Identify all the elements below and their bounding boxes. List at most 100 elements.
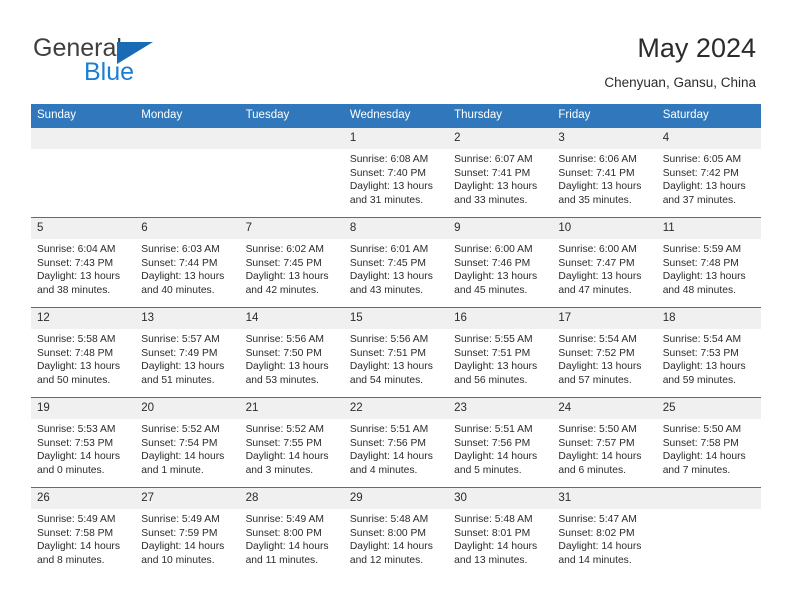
calendar-day-cell[interactable]: 3 Sunrise: 6:06 AM Sunset: 7:41 PM Daylight… xyxy=(552,127,657,218)
calendar-day-cell[interactable]: 20 Sunrise: 5:52 AM Sunset: 7:54 PM Dayligh… xyxy=(135,397,240,488)
day-number: 30 xyxy=(448,488,553,509)
day-number: 29 xyxy=(343,488,449,509)
calendar-day-cell[interactable]: 10 Sunrise: 6:00 AM Sunset: 7:47 PM Dayligh… xyxy=(552,217,657,308)
day-details: Sunrise: 6:00 AM Sunset: 7:46 PM Daylight:… xyxy=(448,239,552,297)
sunrise-text: Sunrise: 5:59 AM xyxy=(662,244,742,255)
calendar-week-row: 5 Sunrise: 6:04 AM Sunset: 7:43 PM Daylight… xyxy=(31,217,761,308)
day-number: 11 xyxy=(656,218,761,239)
sunrise-text: Sunrise: 5:58 AM xyxy=(37,334,116,345)
daylight-text: Daylight: 14 hours and 10 minutes. xyxy=(141,541,225,566)
day-details: Sunrise: 5:54 AM Sunset: 7:52 PM Daylight:… xyxy=(552,329,656,387)
brand-name-blue: Blue xyxy=(84,58,135,86)
calendar-day-cell[interactable]: 12 Sunrise: 5:58 AM Sunset: 7:48 PM Dayligh… xyxy=(31,307,136,398)
calendar-day-cell[interactable]: 14 Sunrise: 5:56 AM Sunset: 7:50 PM Dayligh… xyxy=(239,307,344,398)
daylight-text: Daylight: 13 hours and 59 minutes. xyxy=(662,361,746,386)
calendar-day-cell[interactable]: 4 Sunrise: 6:05 AM Sunset: 7:42 PM Daylight… xyxy=(656,127,761,218)
calendar-empty-cell xyxy=(135,127,240,218)
day-number: 23 xyxy=(448,398,553,419)
day-details: Sunrise: 5:59 AM Sunset: 7:48 PM Daylight:… xyxy=(657,239,761,297)
day-number: 28 xyxy=(239,488,344,509)
day-number: 1 xyxy=(343,128,449,149)
calendar-day-cell[interactable]: 21 Sunrise: 5:52 AM Sunset: 7:55 PM Dayligh… xyxy=(239,397,344,488)
calendar-empty-cell xyxy=(239,127,344,218)
calendar-day-cell[interactable]: 23 Sunrise: 5:51 AM Sunset: 7:56 PM Dayligh… xyxy=(448,397,553,488)
sunset-text: Sunset: 7:44 PM xyxy=(141,257,218,269)
day-details: Sunrise: 5:49 AM Sunset: 7:58 PM Daylight:… xyxy=(31,509,135,567)
calendar-week-row: 1 Sunrise: 6:08 AM Sunset: 7:40 PM Daylight… xyxy=(31,127,761,218)
day-details: Sunrise: 5:51 AM Sunset: 7:56 PM Daylight:… xyxy=(344,419,448,477)
sunrise-text: Sunrise: 6:04 AM xyxy=(37,244,116,255)
calendar-week-row: 12 Sunrise: 5:58 AM Sunset: 7:48 PM Dayligh… xyxy=(31,307,761,398)
calendar-header-row: Sunday Monday Tuesday Wednesday Thursday… xyxy=(31,104,761,128)
day-number xyxy=(239,128,344,149)
calendar-day-cell[interactable]: 31 Sunrise: 5:47 AM Sunset: 8:02 PM Dayligh… xyxy=(552,487,657,577)
calendar-day-cell[interactable]: 15 Sunrise: 5:56 AM Sunset: 7:51 PM Dayligh… xyxy=(343,307,449,398)
calendar-day-cell[interactable]: 17 Sunrise: 5:54 AM Sunset: 7:52 PM Dayligh… xyxy=(552,307,657,398)
sunset-text: Sunset: 7:47 PM xyxy=(558,257,635,269)
weekday-header-thursday: Thursday xyxy=(448,104,553,128)
sunrise-text: Sunrise: 6:03 AM xyxy=(141,244,220,255)
calendar-day-cell[interactable]: 7 Sunrise: 6:02 AM Sunset: 7:45 PM Daylight… xyxy=(239,217,344,308)
calendar-day-cell[interactable]: 22 Sunrise: 5:51 AM Sunset: 7:56 PM Dayligh… xyxy=(343,397,449,488)
daylight-text: Daylight: 13 hours and 48 minutes. xyxy=(662,271,746,296)
day-number: 2 xyxy=(448,128,553,149)
sunrise-text: Sunrise: 6:08 AM xyxy=(349,154,429,165)
sunrise-text: Sunrise: 5:49 AM xyxy=(141,514,220,525)
day-details: Sunrise: 6:05 AM Sunset: 7:42 PM Daylight:… xyxy=(657,149,761,207)
sunset-text: Sunset: 8:00 PM xyxy=(245,527,322,539)
calendar-day-cell[interactable]: 26 Sunrise: 5:49 AM Sunset: 7:58 PM Dayligh… xyxy=(31,487,136,577)
day-details: Sunrise: 5:49 AM Sunset: 7:59 PM Daylight:… xyxy=(135,509,239,567)
calendar-day-cell[interactable]: 19 Sunrise: 5:53 AM Sunset: 7:53 PM Dayligh… xyxy=(31,397,136,488)
calendar-day-cell[interactable]: 30 Sunrise: 5:48 AM Sunset: 8:01 PM Dayligh… xyxy=(448,487,553,577)
sunset-text: Sunset: 7:54 PM xyxy=(141,437,218,449)
calendar-day-cell[interactable]: 2 Sunrise: 6:07 AM Sunset: 7:41 PM Daylight… xyxy=(448,127,553,218)
weekday-header-sunday: Sunday xyxy=(31,104,136,128)
calendar-table: Sunday Monday Tuesday Wednesday Thursday… xyxy=(31,104,761,577)
day-number: 22 xyxy=(343,398,449,419)
calendar-day-cell[interactable]: 16 Sunrise: 5:55 AM Sunset: 7:51 PM Dayligh… xyxy=(448,307,553,398)
sunset-text: Sunset: 7:45 PM xyxy=(349,257,426,269)
calendar-day-cell[interactable]: 8 Sunrise: 6:01 AM Sunset: 7:45 PM Daylight… xyxy=(343,217,449,308)
daylight-text: Daylight: 13 hours and 33 minutes. xyxy=(454,181,538,206)
calendar-day-cell[interactable]: 28 Sunrise: 5:49 AM Sunset: 8:00 PM Dayligh… xyxy=(239,487,344,577)
calendar-day-cell[interactable]: 1 Sunrise: 6:08 AM Sunset: 7:40 PM Daylight… xyxy=(343,127,449,218)
day-details: Sunrise: 5:50 AM Sunset: 7:57 PM Daylight:… xyxy=(552,419,656,477)
daylight-text: Daylight: 13 hours and 42 minutes. xyxy=(245,271,329,296)
day-number: 10 xyxy=(552,218,657,239)
sunset-text: Sunset: 8:02 PM xyxy=(558,527,635,539)
day-number xyxy=(135,128,240,149)
sunset-text: Sunset: 7:58 PM xyxy=(37,527,114,539)
weekday-header-tuesday: Tuesday xyxy=(239,104,344,128)
calendar-day-cell[interactable]: 27 Sunrise: 5:49 AM Sunset: 7:59 PM Dayligh… xyxy=(135,487,240,577)
sunrise-text: Sunrise: 6:05 AM xyxy=(662,154,742,165)
day-details: Sunrise: 5:53 AM Sunset: 7:53 PM Daylight:… xyxy=(31,419,135,477)
calendar-day-cell[interactable]: 11 Sunrise: 5:59 AM Sunset: 7:48 PM Dayligh… xyxy=(656,217,761,308)
day-details: Sunrise: 5:54 AM Sunset: 7:53 PM Daylight:… xyxy=(657,329,761,387)
calendar-day-cell[interactable]: 25 Sunrise: 5:50 AM Sunset: 7:58 PM Dayligh… xyxy=(656,397,761,488)
sunrise-text: Sunrise: 5:56 AM xyxy=(349,334,429,345)
calendar-day-cell[interactable]: 24 Sunrise: 5:50 AM Sunset: 7:57 PM Dayligh… xyxy=(552,397,657,488)
daylight-text: Daylight: 14 hours and 14 minutes. xyxy=(558,541,642,566)
calendar-day-cell[interactable]: 5 Sunrise: 6:04 AM Sunset: 7:43 PM Daylight… xyxy=(31,217,136,308)
daylight-text: Daylight: 14 hours and 1 minute. xyxy=(141,451,225,476)
sunset-text: Sunset: 7:50 PM xyxy=(245,347,322,359)
day-details: Sunrise: 6:02 AM Sunset: 7:45 PM Daylight:… xyxy=(240,239,344,297)
day-number: 20 xyxy=(135,398,240,419)
calendar-day-cell[interactable]: 6 Sunrise: 6:03 AM Sunset: 7:44 PM Daylight… xyxy=(135,217,240,308)
sunset-text: Sunset: 7:56 PM xyxy=(349,437,426,449)
calendar-day-cell[interactable]: 9 Sunrise: 6:00 AM Sunset: 7:46 PM Daylight… xyxy=(448,217,553,308)
day-number: 13 xyxy=(135,308,240,329)
day-details: Sunrise: 5:57 AM Sunset: 7:49 PM Daylight:… xyxy=(135,329,239,387)
brand-logo[interactable]: General Blue xyxy=(33,34,233,90)
daylight-text: Daylight: 14 hours and 4 minutes. xyxy=(349,451,433,476)
day-number: 27 xyxy=(135,488,240,509)
calendar-day-cell[interactable]: 13 Sunrise: 5:57 AM Sunset: 7:49 PM Dayligh… xyxy=(135,307,240,398)
sunrise-text: Sunrise: 6:06 AM xyxy=(558,154,637,165)
calendar-day-cell[interactable]: 18 Sunrise: 5:54 AM Sunset: 7:53 PM Dayligh… xyxy=(656,307,761,398)
calendar-day-cell[interactable]: 29 Sunrise: 5:48 AM Sunset: 8:00 PM Dayligh… xyxy=(343,487,449,577)
calendar-empty-cell xyxy=(656,487,761,577)
weekday-header-monday: Monday xyxy=(135,104,240,128)
sunset-text: Sunset: 7:53 PM xyxy=(37,437,114,449)
page-subtitle: Chenyuan, Gansu, China xyxy=(604,75,756,90)
daylight-text: Daylight: 14 hours and 13 minutes. xyxy=(454,541,538,566)
